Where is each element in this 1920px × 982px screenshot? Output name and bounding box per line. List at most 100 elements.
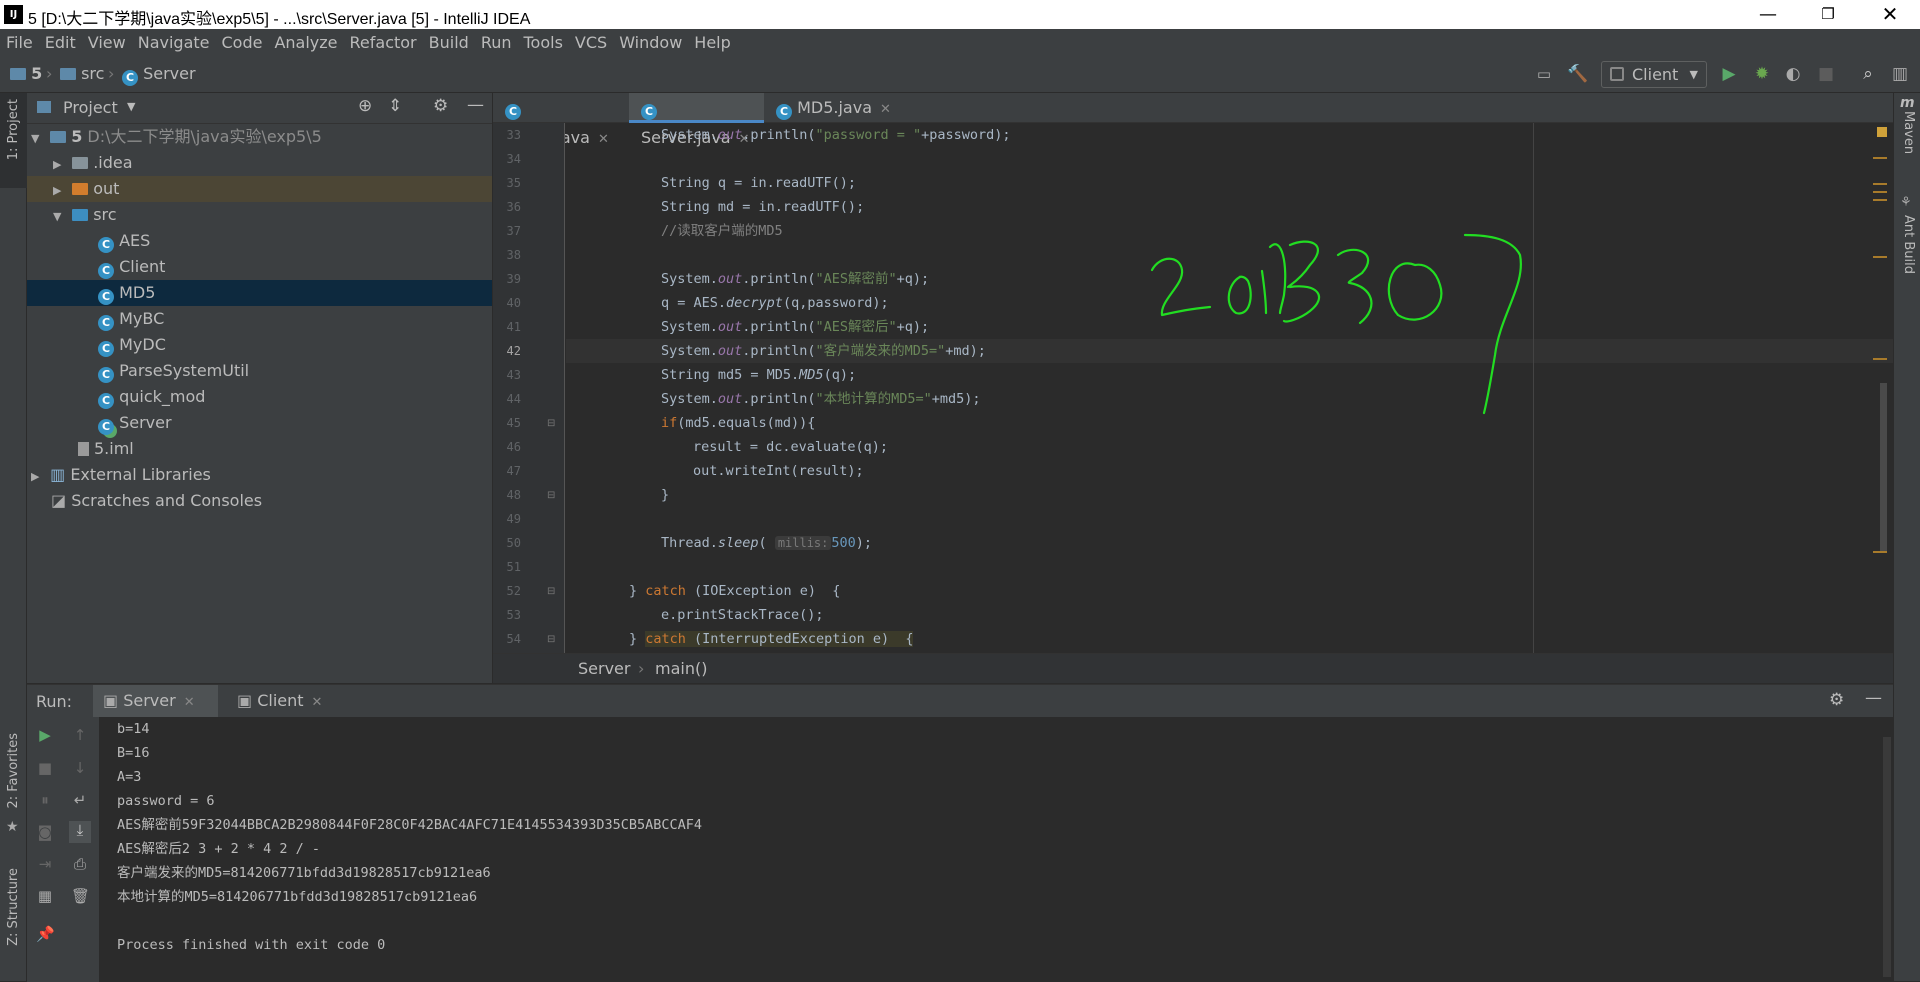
class-icon: C (98, 263, 114, 279)
menu-help[interactable]: Help (688, 29, 736, 56)
menu-file[interactable]: File (0, 29, 39, 56)
project-tool-tab[interactable]: 1: Project (0, 93, 27, 188)
tree-item-src[interactable]: ▼ src (27, 202, 492, 228)
gear-icon[interactable]: ⚙ (1829, 690, 1844, 710)
nav-project[interactable]: 5 (10, 64, 42, 83)
favorites-tool-label[interactable]: 2: Favorites (6, 733, 21, 809)
nav-folder[interactable]: src (60, 64, 104, 83)
menu-vcs[interactable]: VCS (569, 29, 613, 56)
menu-tools[interactable]: Tools (518, 29, 569, 56)
code-line: } catch (IOException e) { (629, 583, 841, 599)
error-stripe-marker (1873, 256, 1887, 258)
project-tool-label[interactable]: 1: Project (6, 99, 21, 160)
build-hammer-icon[interactable]: 🔨 (1567, 64, 1588, 84)
tab-client-java[interactable]: C Client.java✕ (493, 93, 629, 147)
chevron-down-icon[interactable]: ▼ (127, 100, 135, 113)
tree-item-iml[interactable]: 5.iml (27, 436, 492, 462)
close-tab-icon[interactable]: ✕ (184, 695, 195, 710)
stop-icon[interactable]: ■ (1816, 64, 1836, 84)
tree-item-external-libraries[interactable]: ▶ ▥ External Libraries (27, 462, 492, 488)
restore-icon[interactable]: ❐ (1804, 0, 1852, 29)
tree-item-out[interactable]: ▶ out (27, 176, 492, 202)
run-config-select[interactable]: Client ▼ (1601, 61, 1707, 88)
maven-tool-label[interactable]: Maven (1901, 111, 1916, 154)
structure-tool-label[interactable]: Z: Structure (6, 868, 21, 946)
code-line: Thread.sleep( millis: 500); (661, 535, 873, 551)
editor-tabs: C Client.java✕ C Server.java✕ C MD5.java… (493, 93, 1893, 147)
coverage-icon[interactable]: ◐ (1783, 64, 1803, 84)
debug-icon[interactable]: ✹ (1752, 64, 1772, 84)
hide-icon[interactable]: — (1865, 688, 1882, 708)
editor-scrollbar[interactable] (1880, 383, 1887, 553)
terminal-icon[interactable]: ▭ (1534, 64, 1554, 84)
tab-server-java[interactable]: C Server.java ✕ (629, 93, 764, 147)
class-icon: C (98, 367, 114, 383)
collapse-all-icon[interactable]: ⇕ (388, 96, 402, 116)
console-line: AES解密前59F32044BBCA2B2980844F0F28C0F42BAC… (117, 817, 703, 833)
console-icon: ▣ (237, 691, 253, 710)
tree-item-idea[interactable]: ▶ .idea (27, 150, 492, 176)
tree-item-parsesystemutil[interactable]: C ParseSystemUtil (27, 358, 492, 384)
tree-root[interactable]: ▼ 5 D:\大二下学期\java实验\exp5\5 (27, 124, 492, 150)
tree-item-mybc[interactable]: C MyBC (27, 306, 492, 332)
chevron-right-icon: › (108, 64, 115, 83)
menu-navigate[interactable]: Navigate (132, 29, 216, 56)
tree-item-client[interactable]: C Client (27, 254, 492, 280)
app-config-icon (1610, 67, 1624, 81)
code-line: System.out.println("password = "+passwor… (661, 127, 1011, 143)
iml-file-icon (78, 442, 89, 456)
class-icon: C (98, 289, 114, 305)
minimize-icon[interactable]: — (1744, 0, 1792, 29)
menu-run[interactable]: Run (475, 29, 518, 56)
inspection-status-icon[interactable] (1877, 127, 1887, 137)
run-tab-server[interactable]: ▣ Server ✕ (93, 685, 218, 717)
close-icon[interactable]: ✕ (1866, 0, 1914, 29)
code-line: if(md5.equals(md)){ (661, 415, 816, 431)
tab-md5-java[interactable]: C MD5.java ✕ (764, 93, 895, 123)
menu-window[interactable]: Window (613, 29, 688, 56)
error-stripe-marker (1873, 157, 1887, 159)
gear-icon[interactable]: ⚙ (433, 96, 448, 116)
breadcrumb-class[interactable]: Server (578, 659, 630, 678)
class-icon: C (98, 315, 114, 331)
menu-code[interactable]: Code (216, 29, 269, 56)
code-line: String md = in.readUTF(); (661, 199, 865, 215)
class-icon: C (98, 237, 114, 253)
run-icon[interactable]: ▶ (1719, 64, 1739, 84)
run-tab-client[interactable]: ▣ Client ✕ (223, 685, 348, 717)
close-tab-icon[interactable]: ✕ (312, 695, 323, 710)
code-line: } (661, 487, 670, 503)
nav-file[interactable]: C Server (122, 64, 196, 86)
code-line: System.out.println("本地计算的MD5="+md5); (661, 391, 981, 407)
search-icon[interactable]: ⌕ (1858, 64, 1878, 84)
hide-icon[interactable]: — (467, 95, 484, 115)
class-icon: C (505, 104, 521, 120)
close-tab-icon[interactable]: ✕ (880, 102, 891, 117)
menu-edit[interactable]: Edit (39, 29, 82, 56)
menu-view[interactable]: View (82, 29, 132, 56)
tree-item-aes[interactable]: C AES (27, 228, 492, 254)
split-icon[interactable]: ▥ (1890, 64, 1910, 84)
menu-analyze[interactable]: Analyze (268, 29, 343, 56)
folder-icon (72, 157, 89, 169)
tree-item-md5[interactable]: C MD5 (27, 280, 492, 306)
menu-build[interactable]: Build (423, 29, 475, 56)
tree-item-server[interactable]: C Server (27, 410, 492, 436)
chevron-right-icon: › (46, 64, 53, 83)
code-line: } catch (InterruptedException e) { (629, 631, 914, 647)
annotation-stroke (1387, 262, 1443, 321)
menu-refactor[interactable]: Refactor (344, 29, 423, 56)
ant-icon: ⚘ (1900, 195, 1912, 210)
console-scrollbar[interactable] (1883, 737, 1891, 977)
console-output[interactable]: b=14 B=16 A=3 password = 6 AES解密前59F3204… (27, 717, 1891, 982)
locate-icon[interactable]: ⊕ (358, 96, 372, 116)
annotation-stroke (1268, 243, 1287, 315)
tree-item-scratches[interactable]: ◪ Scratches and Consoles (27, 488, 492, 514)
code-line: q = AES.decrypt(q,password); (661, 295, 889, 311)
breadcrumb-method[interactable]: main() (655, 659, 707, 678)
intellij-logo-icon: IJ (4, 5, 23, 24)
tree-item-quick-mod[interactable]: C quick_mod (27, 384, 492, 410)
project-view-title[interactable]: Project (63, 98, 118, 117)
ant-build-tool-label[interactable]: Ant Build (1901, 215, 1916, 274)
tree-item-mydc[interactable]: C MyDC (27, 332, 492, 358)
